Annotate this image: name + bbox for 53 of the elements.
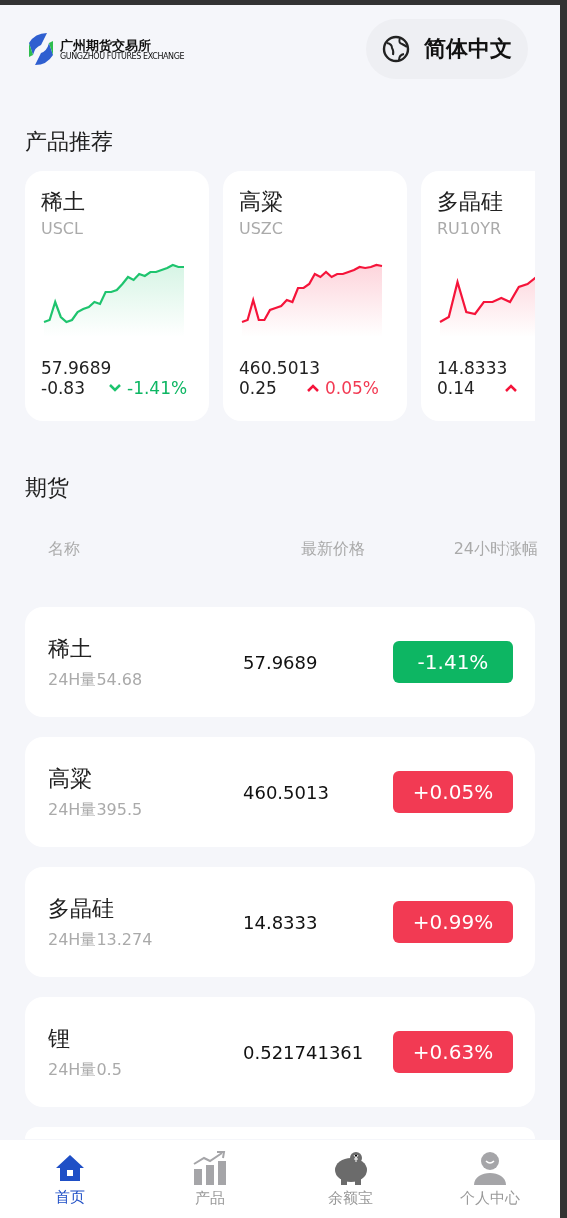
product-price: 460.5013	[239, 358, 322, 378]
change-badge: +0.05%	[393, 771, 513, 813]
chevron-down-icon	[109, 384, 121, 392]
product-code: RU10YR	[437, 219, 503, 238]
user-icon	[472, 1150, 508, 1185]
piggy-bank-icon	[332, 1150, 368, 1185]
chevron-up-icon	[505, 384, 517, 392]
product-change: 0.14	[437, 378, 475, 398]
futures-volume: 24H量54.68	[48, 669, 144, 691]
globe-icon	[382, 35, 410, 63]
futures-volume: 24H量395.5	[48, 799, 144, 821]
product-price: 57.9689	[41, 358, 113, 378]
futures-row[interactable]: 高粱 24H量395.5 460.5013 +0.05%	[25, 737, 535, 847]
change-badge: -1.41%	[393, 641, 513, 683]
product-name: 稀土	[41, 188, 86, 216]
column-header: 名称	[48, 539, 81, 560]
bar-chart-icon	[193, 1150, 227, 1185]
futures-volume: 24H量13.274	[48, 929, 154, 951]
futures-name: 锂	[48, 1024, 71, 1053]
product-code: USZC	[239, 219, 284, 238]
futures-row[interactable]: 多晶硅 24H量13.274 14.8333 +0.99%	[25, 867, 535, 977]
section-title: 产品推荐	[24, 128, 114, 156]
logo-subtitle: GUNGZHOU FUTURES EXCHANGE	[60, 52, 185, 60]
futures-volume: 24H量0.5	[48, 1059, 123, 1081]
change-badge: +0.63%	[393, 1031, 513, 1073]
column-header: 最新价格	[300, 539, 366, 560]
product-card[interactable]: 稀土 USCL 57.9689 -0.83 -1.41%	[25, 171, 209, 421]
futures-name: 稀土	[48, 634, 93, 663]
product-name: 高粱	[239, 188, 284, 216]
nav-tab[interactable]: 首页	[0, 1151, 140, 1207]
product-price: 14.8333	[437, 358, 509, 378]
language-button[interactable]: 简体中文	[366, 19, 528, 79]
logo-name: 广州期货交易所	[60, 38, 151, 53]
product-change: 0.25	[239, 378, 277, 398]
chevron-up-icon	[307, 384, 319, 392]
product-name: 多晶硅	[437, 188, 504, 216]
product-change: -0.83	[41, 378, 85, 398]
product-card[interactable]: 多晶硅 RU10YR 14.8333 0.14	[421, 171, 535, 421]
futures-price: 57.9689	[243, 651, 319, 673]
futures-row[interactable]: 稀土 24H量54.68 57.9689 -1.41%	[25, 607, 535, 717]
futures-price: 0.521741361	[243, 1041, 365, 1063]
futures-row[interactable]: 锂 24H量0.5 0.521741361 +0.63%	[25, 997, 535, 1107]
change-badge: +0.99%	[393, 901, 513, 943]
futures-name: 高粱	[48, 764, 93, 793]
product-change-percent: -1.41%	[127, 378, 188, 398]
section-title: 期货	[24, 474, 70, 502]
futures-name: 多晶硅	[48, 894, 115, 923]
futures-price: 460.5013	[243, 781, 330, 803]
column-header: 24小时涨幅	[452, 539, 538, 560]
product-card[interactable]: 高粱 USZC 460.5013 0.25 0.05%	[223, 171, 407, 421]
futures-price: 14.8333	[243, 911, 319, 933]
product-code: USCL	[41, 219, 84, 238]
product-change-percent: 0.05%	[325, 378, 379, 398]
